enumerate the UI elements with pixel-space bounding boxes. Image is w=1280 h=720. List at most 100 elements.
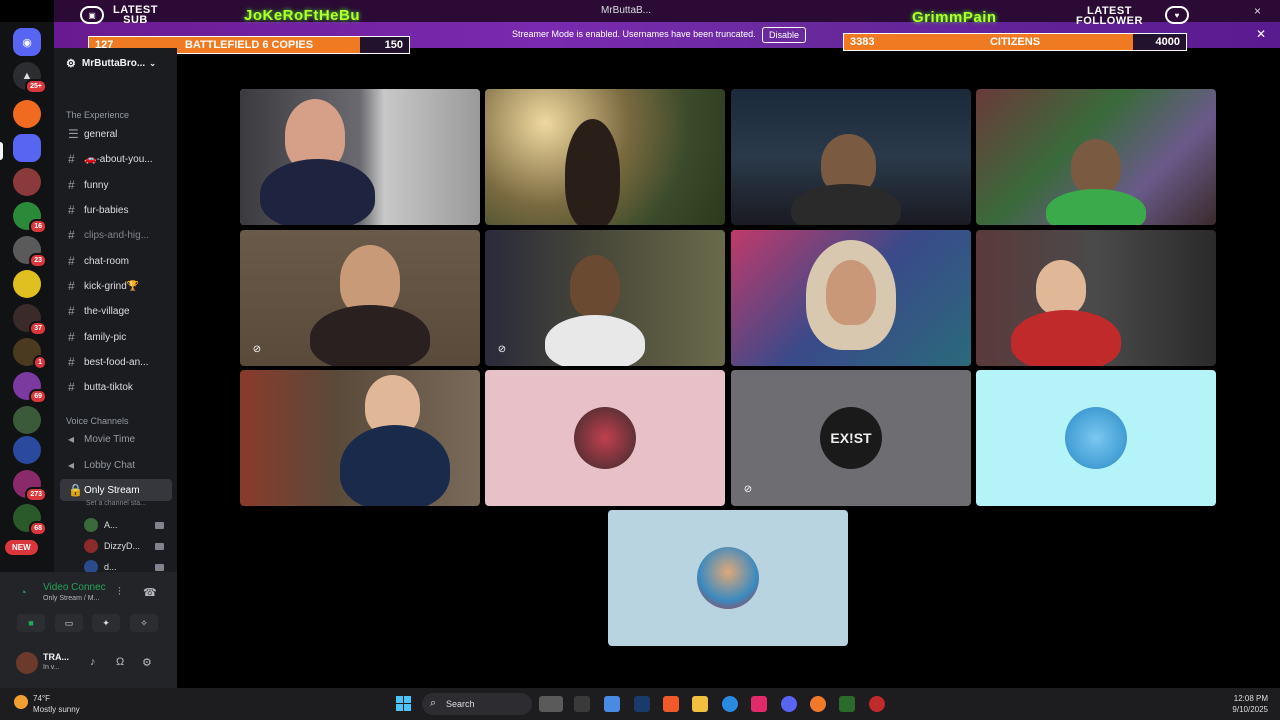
channel-kick-grind[interactable]: # kick-grind🏆	[60, 275, 172, 297]
gear-icon[interactable]: ⚙	[142, 656, 152, 669]
server-icon-9[interactable]	[13, 406, 41, 434]
muted-icon: ⊘	[743, 483, 753, 495]
channel-status-placeholder[interactable]: Set a channel sta...	[86, 500, 146, 507]
disable-streamer-mode-button[interactable]: Disable	[762, 27, 807, 43]
task-view-icon[interactable]	[539, 696, 563, 712]
hash-icon: #	[68, 279, 75, 293]
server-header[interactable]: ⚙ MrButtaBro... ⌄	[54, 48, 177, 78]
voice-connection-panel: ◔ Video Connec Only Stream / M... ⫶ ☎ ■ …	[0, 572, 177, 642]
server-icon-4[interactable]: 23	[13, 236, 47, 268]
server-icon-peach[interactable]	[13, 100, 41, 128]
firefox-icon[interactable]	[810, 696, 826, 712]
category-voice[interactable]: Voice Channels	[66, 416, 129, 426]
video-tile[interactable]	[485, 89, 725, 225]
window-close-icon[interactable]: ×	[1254, 4, 1261, 18]
brave-icon[interactable]	[663, 696, 679, 712]
voice-user[interactable]: DizzyD...	[84, 537, 172, 555]
server-icon-12[interactable]: 68	[13, 504, 47, 536]
video-tile-avatar[interactable]	[608, 510, 848, 646]
temperature: 74°F	[33, 694, 50, 703]
camera-icon	[155, 563, 164, 571]
camera-icon	[155, 521, 164, 529]
noise-suppression-icon[interactable]: ⫶	[118, 586, 121, 599]
folder-icon[interactable]	[692, 696, 708, 712]
server-icon-6[interactable]: 37	[13, 304, 47, 336]
voice-user-name: A...	[104, 520, 118, 530]
channel-label: Only Stream	[84, 484, 140, 496]
server-icon-2[interactable]	[13, 168, 41, 196]
channel-best-food[interactable]: # best-food-an...	[60, 351, 172, 373]
channel-the-village[interactable]: # the-village	[60, 300, 172, 322]
app-icon-notes[interactable]	[604, 696, 620, 712]
tiktok-icon[interactable]	[751, 696, 767, 712]
channel-fur-babies[interactable]: # fur-babies	[60, 199, 172, 221]
soundboard-button[interactable]: ✧	[130, 614, 158, 632]
weather-widget[interactable]: 74°F Mostly sunny	[33, 693, 80, 715]
video-tile[interactable]: ⊘	[485, 230, 725, 366]
server-icon-active[interactable]	[13, 134, 41, 162]
video-tile-avatar[interactable]: EX!ST ⊘	[731, 370, 971, 506]
server-icon-7[interactable]: 1	[13, 338, 47, 370]
hash-icon: #	[68, 380, 75, 394]
disconnect-icon[interactable]: ☎	[143, 586, 157, 599]
discord-app: ▣ LATEST SUB JoKeRoFtHeBu MrButtaB... Gri…	[0, 0, 1280, 720]
server-icon-5[interactable]	[13, 270, 41, 298]
channel-family-pic[interactable]: # family-pic	[60, 326, 172, 348]
taskbar-search[interactable]: ⌕ Search	[422, 693, 532, 715]
steam-icon[interactable]	[634, 696, 650, 712]
video-tile-avatar[interactable]	[976, 370, 1216, 506]
windows-taskbar: 74°F Mostly sunny ⌕ Search 12:08 PM 9/10/20…	[0, 688, 1280, 720]
server-icon-8[interactable]: 69	[13, 372, 47, 404]
microphone-icon[interactable]: ♪	[90, 656, 96, 668]
video-tile[interactable]	[240, 89, 480, 225]
channel-about-you[interactable]: # 🚗-about-you...	[60, 148, 172, 170]
screen-share-button[interactable]: ▭	[55, 614, 83, 632]
camera-button[interactable]: ■	[17, 614, 45, 632]
chrome-icon[interactable]	[722, 696, 738, 712]
voice-location[interactable]: Only Stream / M...	[43, 595, 99, 602]
participant	[565, 119, 620, 225]
latest-follower-label: LATEST FOLLOWER	[1076, 5, 1143, 27]
channel-label: family-pic	[84, 331, 127, 343]
channel-general[interactable]: ☰ general	[60, 123, 172, 145]
latest-sub-label: LATEST SUB	[113, 4, 158, 26]
channel-clips[interactable]: # clips-and-hig...	[60, 224, 172, 246]
file-explorer-dark-icon[interactable]	[574, 696, 590, 712]
video-tile[interactable]	[240, 370, 480, 506]
channel-funny[interactable]: # funny	[60, 174, 172, 196]
new-badge[interactable]: NEW	[5, 540, 38, 555]
windows-start-icon[interactable]	[396, 696, 412, 712]
video-tile[interactable]	[976, 89, 1216, 225]
hash-icon: #	[68, 304, 75, 318]
voice-channel-lobby-chat[interactable]: ◂ Lobby Chat	[60, 454, 172, 476]
avatar[interactable]	[16, 652, 38, 674]
video-tile-avatar[interactable]	[485, 370, 725, 506]
video-tile[interactable]	[976, 230, 1216, 366]
video-tile[interactable]: ⊘	[240, 230, 480, 366]
voice-user[interactable]: A...	[84, 516, 172, 534]
participant-avatar	[574, 407, 636, 469]
server-icon-11[interactable]: 273	[13, 470, 47, 502]
category-experience[interactable]: The Experience	[66, 110, 129, 120]
inbox-icon[interactable]: ▲ 25+	[13, 62, 47, 94]
server-icon-10[interactable]	[13, 436, 41, 464]
video-tile[interactable]	[731, 230, 971, 366]
hash-icon: #	[68, 203, 75, 217]
voice-channel-movie-time[interactable]: ◂ Movie Time	[60, 428, 172, 450]
voice-channel-only-stream[interactable]: 🔒 Only Stream	[60, 479, 172, 501]
headphones-icon[interactable]: Ω	[116, 656, 124, 668]
hash-icon: #	[68, 178, 75, 192]
activity-button[interactable]: ✦	[92, 614, 120, 632]
video-tile[interactable]	[731, 89, 971, 225]
nvidia-icon[interactable]	[839, 696, 855, 712]
clock[interactable]: 12:08 PM 9/10/2025	[1222, 693, 1268, 715]
date: 9/10/2025	[1232, 705, 1268, 714]
close-banner-icon[interactable]: ✕	[1256, 27, 1266, 41]
user-name[interactable]: TRA...	[43, 652, 69, 662]
channel-chat-room[interactable]: # chat-room	[60, 250, 172, 272]
recording-icon[interactable]	[869, 696, 885, 712]
server-icon-3[interactable]: 16	[13, 202, 47, 234]
discord-home-icon[interactable]: ◉	[13, 28, 41, 56]
discord-icon[interactable]	[781, 696, 797, 712]
channel-butta-tiktok[interactable]: # butta-tiktok	[60, 376, 172, 398]
